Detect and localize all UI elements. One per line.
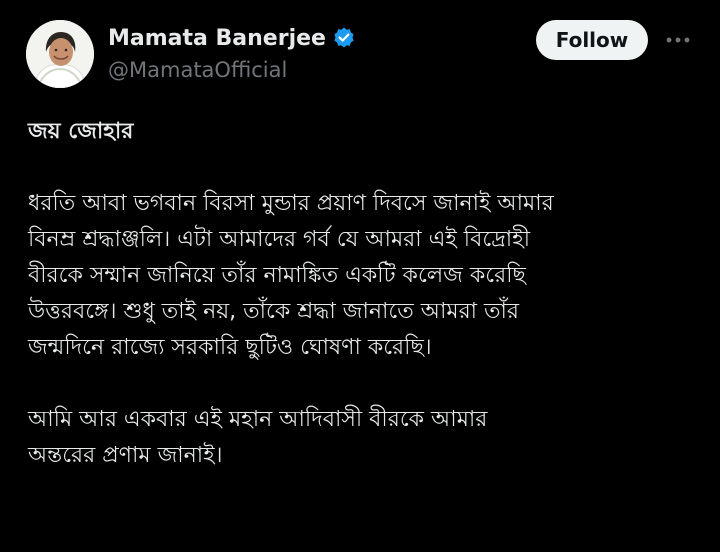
more-options-icon[interactable] <box>662 26 694 54</box>
name-row: Mamata Banerjee <box>108 22 356 54</box>
tweet-line: উত্তরবঙ্গে। শুধু তাই নয়, তাঁকে শ্রদ্ধা … <box>28 299 520 324</box>
tweet-header: Mamata Banerjee @MamataOfficial Follow <box>0 0 720 110</box>
author-info: Mamata Banerjee @MamataOfficial <box>108 22 356 82</box>
tweet-line: বীরকে সম্মান জানিয়ে তাঁর নামাঙ্কিত একটি… <box>28 263 526 288</box>
tweet-line: ধরতি আবা ভগবান বিরসা মুন্ডার প্রয়াণ দিব… <box>28 191 554 216</box>
verified-badge-icon[interactable] <box>332 26 356 50</box>
follow-button[interactable]: Follow <box>536 20 648 60</box>
tweet-line: আমি আর একবার এই মহান আদিবাসী বীরকে আমার <box>28 407 488 432</box>
avatar[interactable] <box>26 20 94 88</box>
display-name[interactable]: Mamata Banerjee <box>108 26 326 51</box>
tweet-text: জয় জোহার ধরতি আবা ভগবান বিরসা মুন্ডার প… <box>28 114 698 474</box>
tweet-line: বিনম্র শ্রদ্ধাঞ্জলি। এটা আমাদের গর্ব যে … <box>28 227 531 252</box>
tweet-line: জন্মদিনে রাজ্যে সরকারি ছুটিও ঘোষণা করেছি… <box>28 335 432 360</box>
tweet-greeting: জয় জোহার <box>28 119 134 144</box>
user-handle[interactable]: @MamataOfficial <box>108 58 356 82</box>
avatar-image <box>26 20 94 88</box>
tweet-line: অন্তরের প্রণাম জানাই। <box>28 443 223 468</box>
